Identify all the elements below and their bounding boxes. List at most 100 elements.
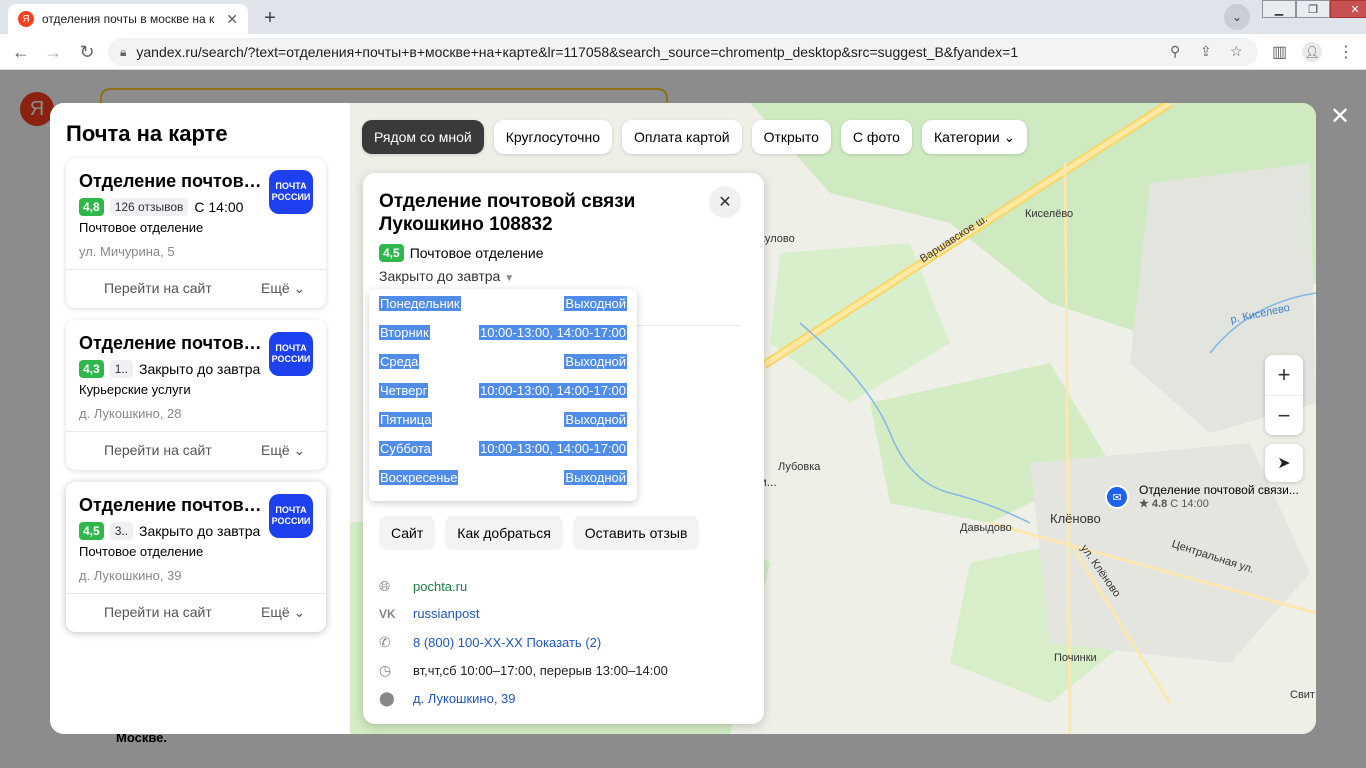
yandex-favicon-icon: Я bbox=[18, 11, 34, 27]
reviews-count[interactable]: 1.. bbox=[109, 360, 134, 378]
geolocation-arrow-icon[interactable]: ➤ bbox=[1265, 444, 1303, 482]
address-link[interactable]: д. Лукошкино, 39 bbox=[413, 691, 516, 706]
reviews-count[interactable]: 126 отзывов bbox=[109, 198, 189, 216]
location-icon[interactable]: ⚲ bbox=[1170, 43, 1180, 60]
schedule-toggle[interactable]: Закрыто до завтра ▼ bbox=[379, 268, 514, 284]
more-label: Ещё bbox=[261, 442, 290, 458]
day-name: Суббота bbox=[379, 441, 432, 456]
map-label: Починки bbox=[1054, 652, 1097, 664]
logo-text: РОССИИ bbox=[271, 192, 311, 202]
triangle-down-icon: ▼ bbox=[504, 273, 515, 284]
zoom-in-icon[interactable]: + bbox=[1265, 355, 1303, 395]
more-label: Ещё bbox=[261, 604, 290, 620]
filter-open[interactable]: Открыто bbox=[751, 120, 831, 154]
reviews-count[interactable]: 3.. bbox=[109, 522, 134, 540]
map-label: Киселёво bbox=[1025, 208, 1074, 220]
minimize-icon[interactable]: ▁ bbox=[1262, 0, 1296, 18]
day-hours: Выходной bbox=[564, 470, 627, 485]
more-button[interactable]: Ещё ⌄ bbox=[261, 280, 305, 297]
day-name: Среда bbox=[379, 354, 420, 369]
pin-rating: ★ 4.8 bbox=[1139, 498, 1168, 510]
directions-button[interactable]: Как добраться bbox=[445, 516, 563, 550]
chevron-down-icon: ⌄ bbox=[293, 280, 306, 296]
open-status: С 14:00 bbox=[194, 199, 244, 215]
website-row[interactable]: 🌐︎ pochta.ru bbox=[379, 578, 749, 595]
pin-meta: ★ 4.8 С 14:00 bbox=[1139, 497, 1299, 510]
more-button[interactable]: Ещё ⌄ bbox=[261, 442, 305, 459]
tab-search-chevron-icon[interactable]: ⌄ bbox=[1224, 4, 1250, 30]
map-label: кулово bbox=[760, 233, 795, 245]
address-bar[interactable]: 🔒︎ yandex.ru/search/?text=отделения+почт… bbox=[108, 38, 1258, 66]
forward-arrow-icon[interactable]: → bbox=[40, 40, 66, 64]
new-tab-plus-icon[interactable]: + bbox=[258, 6, 282, 30]
chevron-down-icon: ⌄ bbox=[293, 604, 306, 620]
card-address: д. Лукошкино, 39 bbox=[79, 568, 182, 583]
vk-row[interactable]: VK russianpost bbox=[379, 606, 749, 621]
bookmark-star-icon[interactable]: ☆ bbox=[1230, 43, 1243, 60]
day-hours: Выходной bbox=[564, 412, 627, 427]
card-title[interactable]: Отделение почтовой связи bbox=[79, 171, 264, 192]
filter-nearby[interactable]: Рядом со мной bbox=[362, 120, 484, 154]
map-label: Лубовка bbox=[778, 461, 821, 473]
website-link[interactable]: pochta.ru bbox=[413, 579, 467, 594]
day-name: Вторник bbox=[379, 325, 430, 340]
more-button[interactable]: Ещё ⌄ bbox=[261, 604, 305, 621]
result-card[interactable]: Отделение почтовой связи ПОЧТАРОССИИ 4,8… bbox=[66, 158, 326, 308]
filter-24h[interactable]: Круглосуточно bbox=[493, 120, 612, 154]
russian-post-logo: ПОЧТА РОССИИ bbox=[269, 332, 313, 376]
card-title[interactable]: Отделение почтовой связи bbox=[79, 333, 264, 354]
reload-icon[interactable]: ↻ bbox=[74, 40, 100, 64]
day-name: Воскресенье bbox=[379, 470, 459, 485]
day-hours: 10:00-13:00, 14:00-17:00 bbox=[478, 383, 627, 398]
detail-category: Почтовое отделение bbox=[409, 245, 544, 261]
pin-title: Отделение почтовой связи... bbox=[1139, 483, 1299, 497]
pin-label[interactable]: Отделение почтовой связи... ★ 4.8 С 14:0… bbox=[1139, 483, 1299, 510]
list-title: Почта на карте bbox=[66, 121, 228, 146]
open-status: Закрыто до завтра bbox=[139, 523, 261, 539]
filter-card-payment[interactable]: Оплата картой bbox=[621, 120, 742, 154]
leave-review-button[interactable]: Оставить отзыв bbox=[572, 516, 700, 550]
share-icon[interactable]: ⇪ bbox=[1200, 43, 1212, 60]
russian-post-logo: ПОЧТА РОССИИ bbox=[269, 494, 313, 538]
vk-link[interactable]: russianpost bbox=[413, 606, 479, 621]
modal-close-icon[interactable]: ✕ bbox=[1328, 103, 1352, 130]
zoom-out-icon[interactable]: − bbox=[1265, 395, 1303, 435]
clock-icon: ◷ bbox=[379, 662, 392, 678]
phone-row[interactable]: ✆ 8 (800) 100-XX-XX Показать (2) bbox=[379, 634, 749, 651]
filter-categories[interactable]: Категории ⌄ bbox=[921, 120, 1028, 154]
window-close-icon[interactable]: ✕ bbox=[1330, 0, 1366, 18]
profile-avatar-icon[interactable]: 👤︎ bbox=[1302, 42, 1322, 62]
schedule-row: Понедельник Выходной bbox=[379, 296, 627, 325]
divider bbox=[66, 269, 326, 270]
mail-pin-icon[interactable]: ✉ bbox=[1105, 485, 1129, 509]
result-card-selected[interactable]: Отделение почтовой связи ПОЧТАРОССИИ 4,5… bbox=[66, 482, 326, 632]
close-detail-icon[interactable]: ✕ bbox=[709, 186, 741, 218]
site-button[interactable]: Сайт bbox=[379, 516, 436, 550]
filter-with-photo[interactable]: С фото bbox=[840, 120, 912, 154]
side-panel-icon[interactable]: ▥ bbox=[1272, 42, 1287, 62]
restore-icon[interactable]: ❐ bbox=[1296, 0, 1330, 18]
hours-row: ◷ вт,чт,сб 10:00–17:00, перерыв 13:00–14:… bbox=[379, 662, 749, 679]
schedule-row: Среда Выходной bbox=[379, 354, 627, 383]
logo-text: ПОЧТА bbox=[275, 505, 307, 515]
card-title[interactable]: Отделение почтовой связи bbox=[79, 495, 264, 516]
go-to-site-button[interactable]: Перейти на сайт bbox=[104, 442, 212, 458]
close-tab-icon[interactable]: ✕ bbox=[226, 11, 238, 28]
open-status: Закрыто до завтра bbox=[139, 361, 261, 377]
window-controls: ▁ ❐ ✕ bbox=[1262, 0, 1366, 20]
rating-badge: 4,3 bbox=[79, 360, 104, 378]
detail-rating-row: 4,5 Почтовое отделение bbox=[379, 244, 544, 262]
menu-kebab-icon[interactable]: ⋮ bbox=[1338, 42, 1354, 62]
go-to-site-button[interactable]: Перейти на сайт bbox=[104, 604, 212, 620]
map-label: Давыдово bbox=[960, 522, 1012, 534]
day-hours: Выходной bbox=[564, 296, 627, 311]
result-card[interactable]: Отделение почтовой связи ПОЧТАРОССИИ 4,3… bbox=[66, 320, 326, 470]
logo-text: РОССИИ bbox=[271, 354, 311, 364]
phone-link[interactable]: 8 (800) 100-XX-XX Показать (2) bbox=[413, 635, 601, 650]
pin-status: С 14:00 bbox=[1170, 498, 1209, 510]
categories-label: Категории bbox=[933, 129, 1000, 145]
go-to-site-button[interactable]: Перейти на сайт bbox=[104, 280, 212, 296]
browser-tab[interactable]: Я отделения почты в москве на к ✕ bbox=[8, 4, 248, 34]
back-arrow-icon[interactable]: ← bbox=[8, 40, 34, 64]
address-row[interactable]: ⬤ д. Лукошкино, 39 bbox=[379, 690, 749, 707]
